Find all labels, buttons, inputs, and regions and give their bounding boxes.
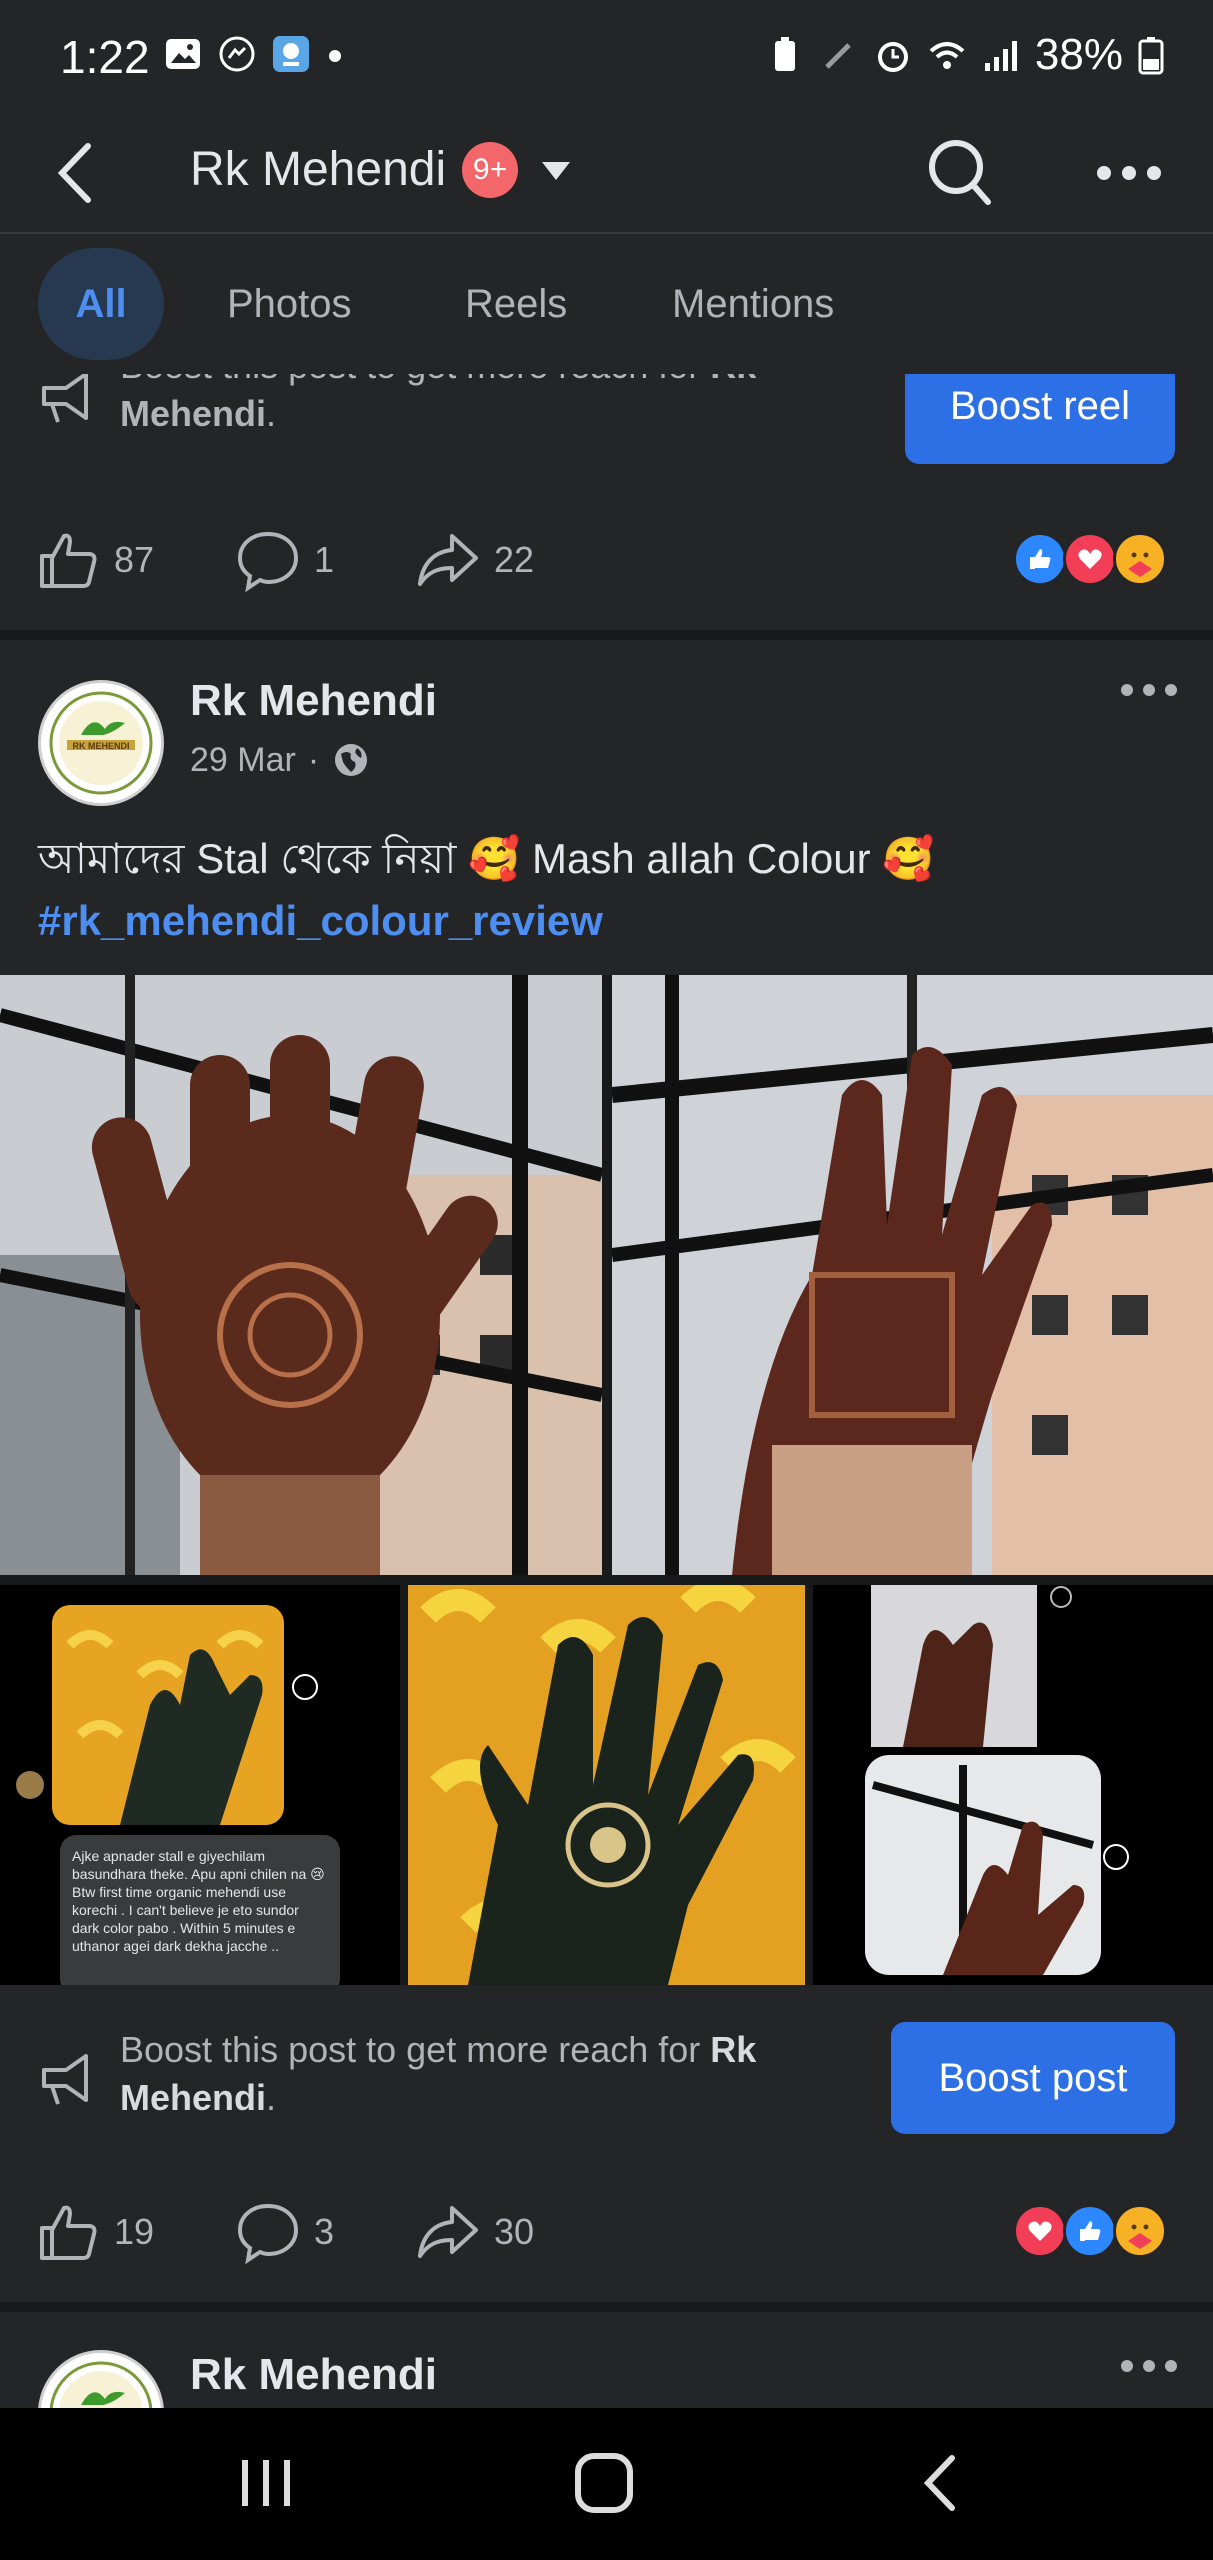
reaction-summary[interactable] bbox=[1013, 2204, 1173, 2258]
dot-icon bbox=[329, 50, 341, 62]
wifi-icon bbox=[929, 42, 965, 69]
pen-icon bbox=[825, 43, 851, 69]
share-button[interactable]: 30 bbox=[416, 2200, 534, 2264]
signal-icon bbox=[984, 41, 1017, 71]
tab-photos[interactable]: Photos bbox=[227, 248, 352, 360]
photo-collage[interactable] bbox=[813, 1585, 1213, 1985]
post2-header: RK MEHENDI Rk Mehendi 29 Mar · bbox=[0, 640, 1213, 806]
gallery-icon bbox=[166, 39, 200, 69]
photo-hand-back[interactable] bbox=[612, 975, 1213, 1575]
filter-tabs: All Photos Reels Mentions bbox=[0, 234, 1213, 374]
more-options-icon[interactable] bbox=[1094, 158, 1164, 188]
globe-icon bbox=[335, 744, 368, 776]
home-icon[interactable] bbox=[564, 2448, 644, 2518]
boost-reel-button[interactable]: Boost reel bbox=[905, 374, 1175, 464]
post-more-icon[interactable] bbox=[1119, 2356, 1179, 2376]
post-divider bbox=[0, 630, 1213, 640]
post-caption: আমাদের Stal থেকে নিয়া 🥰 Mash allah Colo… bbox=[38, 828, 1178, 952]
system-navigation-bar bbox=[0, 2408, 1213, 2560]
reaction-summary[interactable] bbox=[1013, 532, 1173, 586]
svg-text:RK MEHENDI: RK MEHENDI bbox=[72, 741, 129, 751]
like-button[interactable]: 87 bbox=[36, 528, 154, 592]
care-reaction-icon bbox=[1113, 532, 1167, 586]
status-time: 1:22 bbox=[60, 31, 150, 83]
photo-review-chat[interactable]: Ajke apnader stall e giyechilam basundha… bbox=[0, 1585, 400, 1985]
recent-apps-icon[interactable] bbox=[226, 2448, 306, 2518]
notification-icons bbox=[163, 34, 345, 74]
page-title[interactable]: Rk Mehendi bbox=[190, 142, 446, 197]
date-separator: · bbox=[307, 740, 320, 779]
post-more-icon[interactable] bbox=[1119, 680, 1179, 700]
photo-dark-mehendi[interactable] bbox=[408, 1585, 805, 1985]
like-reaction-icon bbox=[1013, 532, 1067, 586]
share-icon bbox=[418, 534, 478, 586]
like-count: 19 bbox=[114, 2211, 155, 2252]
boost-reel-bar: Boost this post to get more reach for Rk… bbox=[0, 374, 1213, 478]
rk-mehendi-logo: RK MEHENDI bbox=[45, 687, 157, 799]
care-reaction-icon bbox=[1113, 2204, 1167, 2258]
comment-icon bbox=[237, 2203, 299, 2264]
boost-reel-text: Boost this post to get more reach for Rk… bbox=[120, 374, 756, 434]
caption-text: আমাদের Stal থেকে নিয়া 🥰 Mash allah Colo… bbox=[38, 835, 935, 882]
like-button[interactable]: 19 bbox=[36, 2200, 154, 2264]
megaphone-icon bbox=[42, 2054, 88, 2105]
post-author[interactable]: Rk Mehendi bbox=[190, 676, 437, 726]
battery-saver-icon bbox=[774, 37, 795, 71]
battery-icon bbox=[1138, 37, 1164, 75]
comment-button[interactable]: 1 bbox=[236, 528, 334, 592]
love-reaction-icon bbox=[1063, 532, 1117, 586]
comment-button[interactable]: 3 bbox=[236, 2200, 334, 2264]
back-arrow-icon[interactable] bbox=[48, 140, 108, 206]
like-reaction-icon bbox=[1063, 2204, 1117, 2258]
chevron-down-icon[interactable] bbox=[536, 156, 576, 186]
messenger-icon bbox=[219, 36, 255, 72]
tab-reels[interactable]: Reels bbox=[465, 248, 567, 360]
comment-count: 3 bbox=[314, 2211, 335, 2252]
app-notification-icon bbox=[273, 36, 309, 72]
search-icon[interactable] bbox=[924, 134, 994, 210]
post3-header: Rk Mehendi bbox=[0, 2312, 1213, 2408]
post-author[interactable]: Rk Mehendi bbox=[190, 2350, 437, 2400]
post-divider bbox=[0, 2302, 1213, 2312]
like-count: 87 bbox=[114, 539, 155, 580]
page-avatar[interactable]: RK MEHENDI bbox=[38, 680, 164, 806]
rk-mehendi-logo bbox=[45, 2357, 157, 2408]
alarm-icon bbox=[877, 42, 908, 72]
tab-mentions[interactable]: Mentions bbox=[672, 248, 834, 360]
review-message: Ajke apnader stall e giyechilam basundha… bbox=[60, 1835, 340, 1985]
share-button[interactable]: 22 bbox=[416, 528, 534, 592]
share-count: 30 bbox=[494, 2211, 535, 2252]
system-icons: 38% bbox=[765, 30, 1165, 80]
post1-actions: 87 1 22 bbox=[0, 498, 1213, 620]
boost-post-bar: Boost this post to get more reach for Rk… bbox=[0, 1998, 1213, 2168]
post2-actions: 19 3 30 bbox=[0, 2170, 1213, 2292]
share-icon bbox=[418, 2206, 478, 2258]
page-avatar[interactable] bbox=[38, 2350, 164, 2408]
megaphone-icon bbox=[42, 374, 88, 423]
photo-grid: Ajke apnader stall e giyechilam basundha… bbox=[0, 975, 1213, 1985]
status-bar: 1:22 38% bbox=[0, 0, 1213, 112]
battery-percent: 38% bbox=[1034, 30, 1123, 79]
page-header: Rk Mehendi 9+ bbox=[0, 112, 1213, 234]
boost-post-button[interactable]: Boost post bbox=[891, 2022, 1175, 2134]
post-timestamp[interactable]: 29 Mar bbox=[190, 741, 296, 780]
boost-post-text: Boost this post to get more reach for Rk… bbox=[120, 2029, 757, 2118]
notification-badge: 9+ bbox=[462, 142, 518, 198]
love-reaction-icon bbox=[1013, 2204, 1067, 2258]
thumbs-up-icon bbox=[40, 2205, 97, 2260]
hashtag-link[interactable]: #rk_mehendi_colour_review bbox=[38, 890, 1178, 952]
thumbs-up-icon bbox=[40, 533, 97, 588]
post-date: 29 Mar · bbox=[190, 740, 371, 780]
comment-count: 1 bbox=[314, 539, 335, 580]
photo-hand-palm[interactable] bbox=[0, 975, 602, 1575]
back-icon[interactable] bbox=[902, 2448, 982, 2518]
share-count: 22 bbox=[494, 539, 535, 580]
comment-icon bbox=[237, 531, 299, 592]
tab-all[interactable]: All bbox=[38, 248, 164, 360]
